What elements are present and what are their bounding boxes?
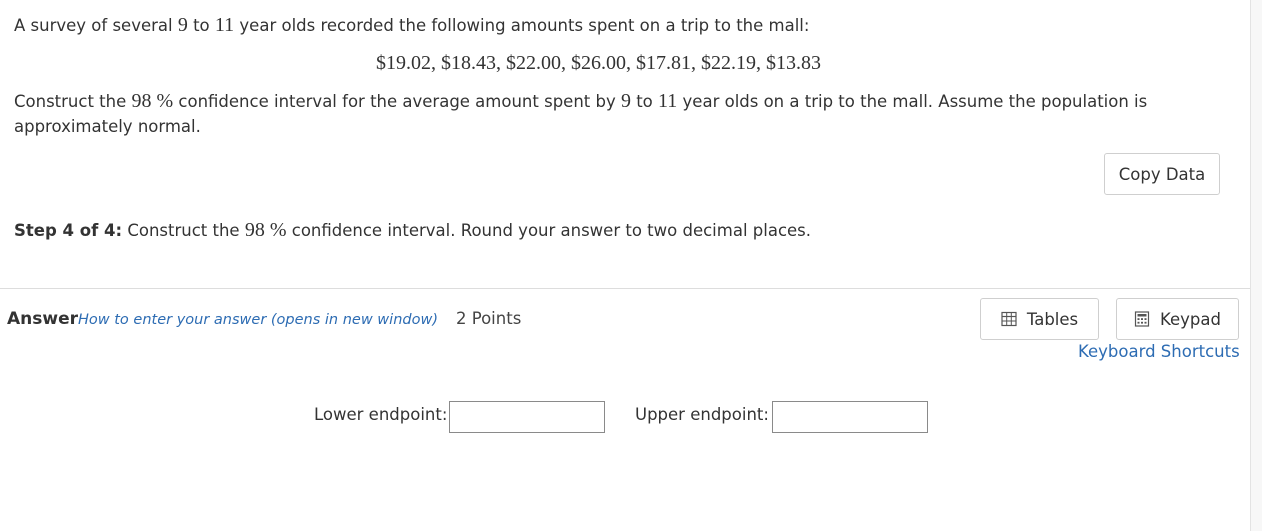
keypad-label: Keypad	[1160, 309, 1221, 329]
scrollbar-track[interactable]	[1251, 0, 1262, 531]
lower-endpoint-input[interactable]	[449, 401, 605, 433]
step-confidence-pct-math: 98 %	[244, 219, 287, 241]
confidence-pct-math: 98 %	[131, 90, 174, 112]
construct-age-high-math: 11	[658, 90, 678, 112]
step-text-after: confidence interval. Round your answer t…	[286, 221, 812, 240]
construct-text: Construct the	[14, 92, 132, 111]
tables-label: Tables	[1026, 309, 1079, 329]
how-to-enter-answer-link[interactable]: How to enter your answer (opens in new w…	[78, 312, 438, 328]
intro-after-text: year olds recorded the following amounts…	[234, 16, 810, 35]
step-label: Step 4 of 4:	[14, 221, 123, 240]
copy-data-label: Copy Data	[1118, 164, 1206, 184]
step-text: Construct the	[122, 221, 245, 240]
table-grid-icon	[1001, 311, 1017, 327]
tables-button[interactable]: Tables	[980, 298, 1099, 340]
points-value: 2 Points	[455, 309, 522, 328]
copy-data-button[interactable]: Copy Data	[1104, 153, 1220, 195]
intro-text: A survey of several	[14, 16, 178, 35]
age-low-math: 9	[177, 14, 188, 36]
lower-endpoint-label: Lower endpoint:	[314, 405, 448, 424]
answer-header: Answer How to enter your answer (opens i…	[7, 309, 521, 329]
construct-to-text: to	[630, 92, 659, 111]
keypad-button[interactable]: Keypad	[1116, 298, 1239, 340]
answer-label: Answer	[7, 309, 78, 329]
question-intro: A survey of several 9 to 11 year olds re…	[14, 14, 809, 37]
upper-endpoint-input[interactable]	[772, 401, 928, 433]
construct-middle-text: confidence interval for the average amou…	[173, 92, 621, 111]
keyboard-shortcuts-link[interactable]: Keyboard Shortcuts	[1078, 342, 1240, 361]
section-divider	[0, 288, 1250, 289]
question-construct: Construct the 98 % confidence interval f…	[14, 89, 1164, 139]
step-instruction: Step 4 of 4: Construct the 98 % confiden…	[14, 219, 811, 242]
calculator-keypad-icon	[1134, 311, 1150, 327]
intro-to-text: to	[187, 16, 215, 35]
amounts-list: $19.02, $18.43, $22.00, $26.00, $17.81, …	[376, 52, 821, 74]
age-high-math: 11	[214, 14, 235, 36]
upper-endpoint-label: Upper endpoint:	[635, 405, 769, 424]
construct-age-low-math: 9	[620, 90, 631, 112]
